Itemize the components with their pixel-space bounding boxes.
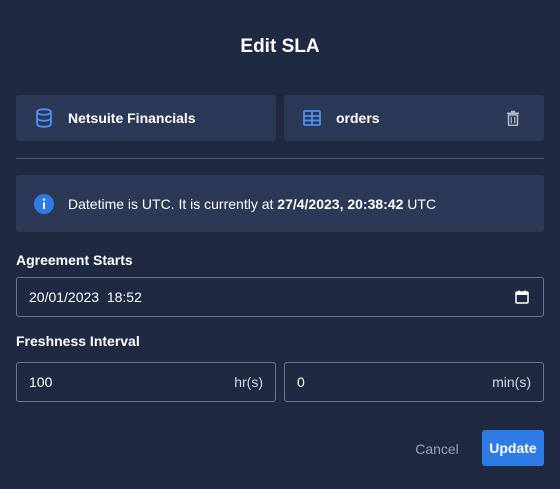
minutes-unit: min(s)	[492, 374, 531, 390]
trash-icon[interactable]	[504, 109, 522, 127]
dialog-title: Edit SLA	[240, 36, 320, 57]
table-card: orders	[284, 95, 544, 141]
agreement-starts-input[interactable]: 20/01/2023 18:52	[16, 277, 544, 317]
minutes-value: 0	[297, 374, 305, 390]
freshness-interval-label: Freshness Interval	[16, 333, 140, 349]
divider	[16, 158, 544, 159]
source-name: Netsuite Financials	[68, 110, 196, 126]
freshness-minutes-input[interactable]: 0 min(s)	[284, 362, 544, 402]
hours-unit: hr(s)	[234, 374, 263, 390]
cancel-button[interactable]: Cancel	[406, 438, 468, 460]
database-icon	[34, 108, 54, 128]
agreement-starts-value: 20/01/2023 18:52	[29, 289, 142, 305]
timezone-info-text: Datetime is UTC. It is currently at 27/4…	[68, 196, 436, 212]
calendar-icon[interactable]	[515, 290, 529, 304]
agreement-starts-label: Agreement Starts	[16, 252, 133, 268]
info-icon	[34, 193, 54, 214]
timezone-info-banner: Datetime is UTC. It is currently at 27/4…	[16, 175, 544, 232]
source-card: Netsuite Financials	[16, 95, 276, 141]
freshness-hours-input[interactable]: 100 hr(s)	[16, 362, 276, 402]
update-button[interactable]: Update	[482, 430, 544, 466]
table-icon	[302, 108, 322, 128]
edit-sla-dialog: Edit SLA Netsuite Financials orders Date…	[0, 0, 560, 489]
hours-value: 100	[29, 374, 53, 390]
info-prefix: Datetime is UTC. It is currently at	[68, 195, 278, 212]
table-name: orders	[336, 110, 380, 126]
current-time: 27/4/2023, 20:38:42	[277, 195, 404, 212]
info-suffix: UTC	[403, 195, 437, 212]
